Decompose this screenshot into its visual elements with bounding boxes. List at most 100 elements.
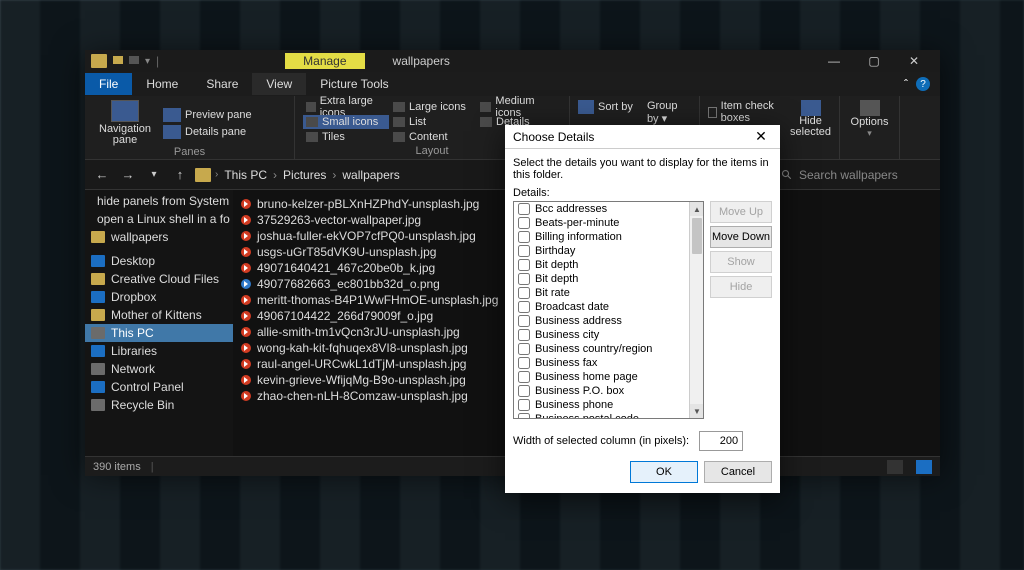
details-checkbox-item[interactable]: Business fax	[514, 356, 689, 370]
details-checkbox-item[interactable]: Bit depth	[514, 258, 689, 272]
details-checkbox[interactable]	[518, 329, 530, 341]
collapse-ribbon-icon[interactable]: ˆ	[904, 77, 908, 91]
details-checkbox-item[interactable]: Birthday	[514, 244, 689, 258]
qat-dropdown-icon[interactable]: ▾	[145, 56, 150, 67]
maximize-button[interactable]: ▢	[854, 50, 894, 72]
tree-this-pc[interactable]: This PC	[85, 324, 233, 342]
history-dropdown[interactable]: ▾	[143, 164, 165, 186]
show-button[interactable]: Show	[710, 251, 772, 273]
tree-desktop[interactable]: Desktop	[85, 252, 233, 270]
group-by-button[interactable]: Group by ▾	[647, 100, 691, 125]
details-item-label: Billing information	[535, 231, 622, 243]
layout-list[interactable]: List	[390, 115, 476, 129]
tree-item[interactable]: Recycle Bin	[85, 396, 233, 414]
crumb-this-pc[interactable]: This PC	[222, 166, 269, 184]
options-button[interactable]: Options ▾	[848, 100, 891, 157]
forward-button[interactable]: →	[117, 164, 139, 186]
details-checkbox-item[interactable]: Broadcast date	[514, 300, 689, 314]
icons-view-toggle[interactable]	[916, 460, 932, 474]
details-item-label: Broadcast date	[535, 301, 609, 313]
cancel-button[interactable]: Cancel	[704, 461, 772, 483]
tab-home[interactable]: Home	[132, 73, 192, 95]
details-checkbox[interactable]	[518, 399, 530, 411]
details-checkbox-item[interactable]: Business address	[514, 314, 689, 328]
tree-quick-item[interactable]: open a Linux shell in a fo	[85, 210, 233, 228]
tab-file[interactable]: File	[85, 73, 132, 95]
layout-extra-large-icons[interactable]: Extra large icons	[303, 100, 389, 114]
details-checkbox[interactable]	[518, 217, 530, 229]
tab-view[interactable]: View	[252, 73, 306, 95]
details-list[interactable]: Bcc addressesBeats-per-minuteBilling inf…	[514, 202, 689, 418]
details-checkbox-item[interactable]: Business home page	[514, 370, 689, 384]
layout-content[interactable]: Content	[390, 130, 476, 144]
details-checkbox[interactable]	[518, 231, 530, 243]
tree-quick-item[interactable]: wallpapers	[85, 228, 233, 246]
ok-button[interactable]: OK	[630, 461, 698, 483]
details-checkbox[interactable]	[518, 259, 530, 271]
move-down-button[interactable]: Move Down	[710, 226, 772, 248]
layout-tiles[interactable]: Tiles	[303, 130, 389, 144]
details-checkbox-item[interactable]: Billing information	[514, 230, 689, 244]
tree-item[interactable]: Network	[85, 360, 233, 378]
minimize-button[interactable]: —	[814, 50, 854, 72]
scrollbar-thumb[interactable]	[692, 218, 702, 254]
tree-item[interactable]: Creative Cloud Files	[85, 270, 233, 288]
help-icon[interactable]: ?	[916, 77, 930, 91]
sort-by-button[interactable]: Sort by	[578, 100, 633, 114]
tree-item[interactable]: Dropbox	[85, 288, 233, 306]
ribbon-context-tab[interactable]: Manage	[285, 53, 364, 69]
details-checkbox-item[interactable]: Bit depth	[514, 272, 689, 286]
details-checkbox[interactable]	[518, 371, 530, 383]
preview-pane-button[interactable]: Preview pane	[163, 108, 252, 122]
close-button[interactable]: ✕	[894, 50, 934, 72]
layout-large-icons[interactable]: Large icons	[390, 100, 476, 114]
search-input[interactable]: Search wallpapers	[774, 164, 934, 186]
move-up-button[interactable]: Move Up	[710, 201, 772, 223]
hide-selected-button[interactable]: Hide selected	[790, 100, 831, 157]
details-checkbox-item[interactable]: Business postal code	[514, 412, 689, 418]
details-checkbox[interactable]	[518, 273, 530, 285]
details-view-toggle[interactable]	[887, 460, 903, 474]
details-pane-button[interactable]: Details pane	[163, 125, 252, 139]
scrollbar-up-icon[interactable]: ▲	[690, 202, 704, 216]
tree-item[interactable]: Control Panel	[85, 378, 233, 396]
details-checkbox[interactable]	[518, 315, 530, 327]
details-checkbox-item[interactable]: Business country/region	[514, 342, 689, 356]
tree-quick-item[interactable]: hide panels from System	[85, 192, 233, 210]
details-checkbox[interactable]	[518, 357, 530, 369]
details-checkbox[interactable]	[518, 343, 530, 355]
details-checkbox[interactable]	[518, 413, 530, 418]
breadcrumb[interactable]: This PC › Pictures › wallpapers	[222, 166, 401, 184]
details-checkbox[interactable]	[518, 245, 530, 257]
details-checkbox-item[interactable]: Business P.O. box	[514, 384, 689, 398]
details-checkbox-item[interactable]: Beats-per-minute	[514, 216, 689, 230]
scrollbar-track[interactable]: ▲ ▼	[689, 202, 703, 418]
file-type-icon	[241, 215, 251, 225]
tab-share[interactable]: Share	[192, 73, 252, 95]
column-width-input[interactable]	[699, 431, 743, 451]
hide-button[interactable]: Hide	[710, 276, 772, 298]
details-checkbox[interactable]	[518, 203, 530, 215]
scrollbar-down-icon[interactable]: ▼	[690, 404, 704, 418]
details-checkbox[interactable]	[518, 301, 530, 313]
qat-properties[interactable]	[129, 54, 139, 68]
tree-item[interactable]: Mother of Kittens	[85, 306, 233, 324]
navigation-pane-button[interactable]: Navigation pane	[93, 100, 157, 146]
layout-small-icons[interactable]: Small icons	[303, 115, 389, 129]
details-checkbox-item[interactable]: Business city	[514, 328, 689, 342]
details-checkbox[interactable]	[518, 385, 530, 397]
item-check-boxes-checkbox[interactable]: Item check boxes	[708, 100, 784, 124]
details-checkbox[interactable]	[518, 287, 530, 299]
layout-medium-icons[interactable]: Medium icons	[477, 100, 563, 114]
details-checkbox-item[interactable]: Bcc addresses	[514, 202, 689, 216]
details-checkbox-item[interactable]: Business phone	[514, 398, 689, 412]
details-checkbox-item[interactable]: Bit rate	[514, 286, 689, 300]
up-button[interactable]: ↑	[169, 164, 191, 186]
tree-item[interactable]: Libraries	[85, 342, 233, 360]
crumb-pictures[interactable]: Pictures	[281, 166, 328, 184]
qat-new-folder[interactable]	[113, 54, 123, 68]
back-button[interactable]: ←	[91, 164, 113, 186]
dialog-close-button[interactable]: ✕	[750, 126, 772, 148]
crumb-wallpapers[interactable]: wallpapers	[340, 166, 401, 184]
tab-picture-tools[interactable]: Picture Tools	[306, 73, 402, 95]
